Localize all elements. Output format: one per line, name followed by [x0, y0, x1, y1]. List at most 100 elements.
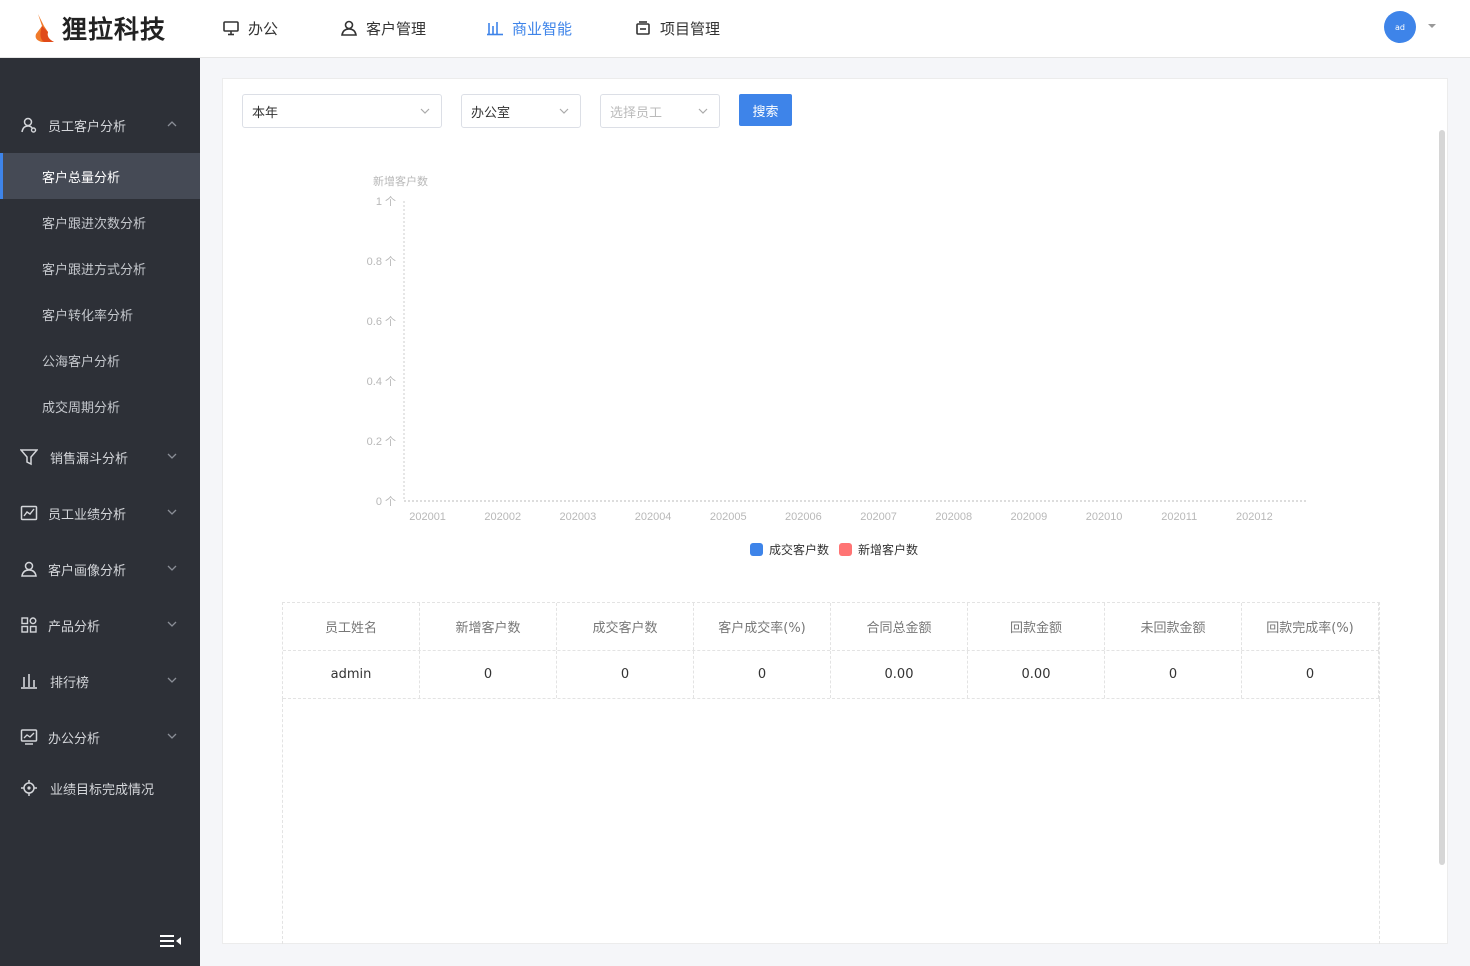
- x-tick-label: 202001: [409, 511, 446, 523]
- table-cell: 0.00: [831, 651, 968, 698]
- department-select-value: 办公室: [471, 105, 511, 121]
- table-cell: 0: [557, 651, 694, 698]
- employee-select-placeholder: 选择员工: [610, 105, 663, 121]
- table-header-row: 员工姓名 新增客户数 成交客户数 客户成交率(%) 合同总金额 回款金额 未回款金额 回款完成…: [283, 603, 1379, 651]
- y-tick-label: 1 个: [376, 195, 396, 208]
- table-row: admin 0 0 0 0.00 0.00 0 0: [283, 651, 1379, 699]
- sidebar-group-label: 排行榜: [50, 675, 90, 691]
- caret-down-icon[interactable]: [1426, 20, 1438, 32]
- customer-icon: [341, 20, 357, 36]
- sidebar-item-deal-cycle[interactable]: 成交周期分析: [0, 383, 200, 429]
- content-scrollbar[interactable]: [1439, 130, 1445, 865]
- sidebar-group-label: 客户画像分析: [48, 563, 127, 579]
- nav-customer[interactable]: 客户管理: [340, 0, 486, 56]
- x-tick-label: 202002: [484, 511, 521, 523]
- x-tick-label: 202011: [1161, 511, 1197, 523]
- main-nav: 办公 客户管理 商业智能 项目管理: [222, 0, 754, 56]
- nav-project[interactable]: 项目管理: [634, 0, 754, 56]
- employee-select[interactable]: 选择员工: [600, 94, 720, 128]
- nav-customer-label: 客户管理: [366, 19, 427, 38]
- sidebar-group-label: 业绩目标完成情况: [50, 782, 155, 798]
- table-header-cell: 新增客户数: [420, 603, 557, 650]
- table-header-cell: 员工姓名: [283, 603, 420, 650]
- sidebar-group-label: 员工业绩分析: [48, 507, 127, 523]
- user-avatar[interactable]: ad: [1384, 11, 1416, 43]
- funnel-icon: [20, 449, 38, 466]
- table-cell: 0: [1105, 651, 1242, 698]
- sidebar-group-target[interactable]: 业绩目标完成情况: [0, 766, 200, 810]
- sidebar-group-label: 办公分析: [48, 731, 101, 747]
- sidebar-item-label: 成交周期分析: [42, 400, 121, 416]
- sidebar-group-sales-funnel[interactable]: 销售漏斗分析: [0, 435, 200, 479]
- sidebar-group-ranking[interactable]: 排行榜: [0, 659, 200, 703]
- nav-bi[interactable]: 商业智能: [486, 0, 634, 56]
- chevron-down-icon: [420, 108, 430, 114]
- sidebar-item-conversion-rate[interactable]: 客户转化率分析: [0, 291, 200, 337]
- table-cell: 0.00: [968, 651, 1105, 698]
- y-tick-label: 0.8 个: [367, 255, 396, 268]
- x-tick-label: 202010: [1086, 511, 1123, 523]
- chevron-down-icon: [559, 108, 569, 114]
- legend-label: 新增客户数: [858, 542, 918, 557]
- search-button[interactable]: 搜索: [739, 94, 792, 126]
- table-empty-area: [282, 699, 1380, 944]
- search-button-label: 搜索: [752, 104, 779, 120]
- logo[interactable]: 狸拉科技: [32, 10, 166, 46]
- chevron-down-icon: [167, 677, 177, 683]
- sidebar-item-label: 客户跟进方式分析: [42, 262, 147, 278]
- table-cell: admin: [283, 651, 420, 698]
- sidebar-item-customer-total[interactable]: 客户总量分析: [0, 153, 200, 199]
- nav-office[interactable]: 办公: [222, 0, 340, 56]
- table-header-cell: 合同总金额: [831, 603, 968, 650]
- chevron-up-icon: [167, 121, 177, 127]
- sidebar-item-label: 公海客户分析: [42, 354, 121, 370]
- monitor-icon: [223, 21, 239, 36]
- ranking-icon: [21, 674, 37, 689]
- table-cell: 0: [1242, 651, 1379, 698]
- sidebar-item-label: 客户转化率分析: [42, 308, 134, 324]
- y-axis-label: 新增客户数: [373, 174, 428, 188]
- sidebar-group-employee-customer[interactable]: 员工客户分析: [0, 103, 200, 147]
- table-header-cell: 成交客户数: [557, 603, 694, 650]
- x-tick-label: 202004: [635, 511, 672, 523]
- sidebar-group-label: 销售漏斗分析: [50, 451, 129, 467]
- legend-swatch: [839, 543, 852, 556]
- x-tick-label: 202003: [560, 511, 597, 523]
- top-bar: 狸拉科技 办公 客户管理 商业智能 项目管理 ad: [0, 0, 1470, 58]
- sidebar-group-persona[interactable]: 客户画像分析: [0, 547, 200, 591]
- sidebar-item-followup-method[interactable]: 客户跟进方式分析: [0, 245, 200, 291]
- office-analysis-icon: [20, 729, 38, 745]
- sidebar-group-label: 产品分析: [48, 619, 101, 635]
- chevron-down-icon: [167, 509, 177, 515]
- logo-text: 狸拉科技: [62, 15, 167, 44]
- sidebar-item-public-pool[interactable]: 公海客户分析: [0, 337, 200, 383]
- product-grid-icon: [21, 617, 37, 633]
- project-icon: [636, 21, 650, 35]
- sidebar-group-office-analysis[interactable]: 办公分析: [0, 715, 200, 759]
- sidebar-item-label: 客户总量分析: [42, 170, 121, 186]
- x-tick-label: 202005: [710, 511, 747, 523]
- sidebar-group-product[interactable]: 产品分析: [0, 603, 200, 647]
- nav-bi-label: 商业智能: [512, 19, 573, 38]
- sidebar-group-label: 员工客户分析: [48, 119, 127, 135]
- table-header-cell: 回款金额: [968, 603, 1105, 650]
- nav-office-label: 办公: [248, 19, 279, 38]
- x-tick-label: 202008: [935, 511, 972, 523]
- chevron-down-icon: [167, 733, 177, 739]
- x-tick-label: 202012: [1236, 511, 1273, 523]
- sidebar-item-followup-count[interactable]: 客户跟进次数分析: [0, 199, 200, 245]
- table-header-cell: 未回款金额: [1105, 603, 1242, 650]
- table-header-cell: 回款完成率(%): [1242, 603, 1379, 650]
- x-tick-label: 202006: [785, 511, 822, 523]
- department-select[interactable]: 办公室: [461, 94, 581, 128]
- y-tick-label: 0.2 个: [367, 435, 396, 448]
- collapse-menu-icon[interactable]: [160, 934, 182, 948]
- fox-logo-icon: [32, 12, 58, 44]
- y-tick-label: 0 个: [376, 495, 396, 508]
- chevron-down-icon: [167, 453, 177, 459]
- period-select[interactable]: 本年: [242, 94, 442, 128]
- customer-bar-chart: 新增客户数 1 个 0.8 个 0.6 个 0.4 个 0.2 个 0 个 202001 202…: [367, 174, 1306, 557]
- sidebar: 员工客户分析 客户总量分析 客户跟进次数分析 客户跟进方式分析 客户转化率分析 …: [0, 58, 200, 966]
- chevron-down-icon: [167, 621, 177, 627]
- sidebar-group-performance[interactable]: 员工业绩分析: [0, 491, 200, 535]
